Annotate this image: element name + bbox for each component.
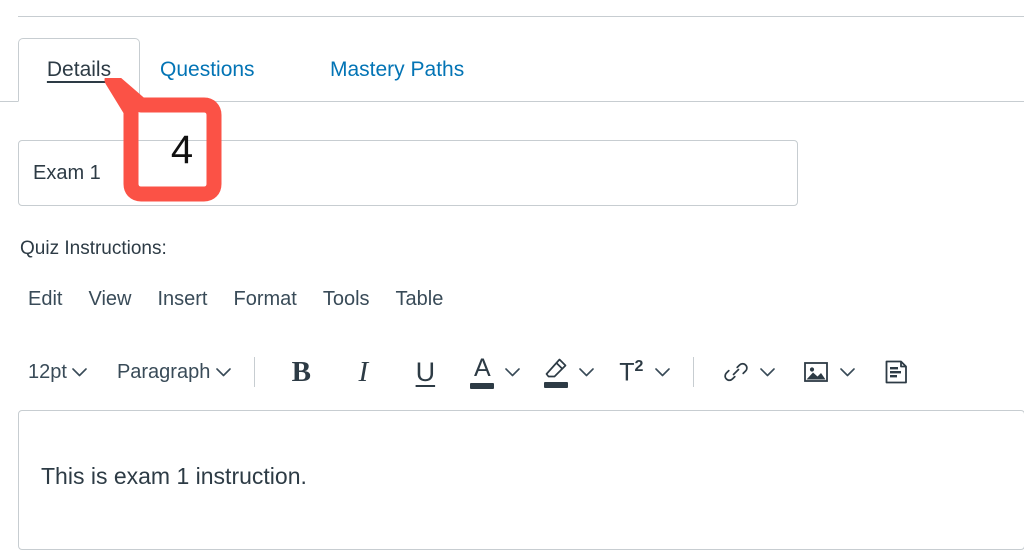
quiz-instructions-label: Quiz Instructions: [20,238,167,259]
block-format-control[interactable]: Paragraph [117,352,236,392]
underline-icon: U [415,356,436,387]
chevron-down-icon[interactable] [210,352,236,392]
top-divider [18,16,1024,17]
editor-toolbar: 12pt Paragraph B I U A T2 [28,350,1024,394]
bold-button[interactable]: B [279,352,323,392]
tab-bar-underline [0,101,1024,102]
highlighter-swatch [544,381,569,388]
highlighter-control[interactable] [539,352,599,392]
chevron-down-icon[interactable] [499,352,525,392]
chevron-down-icon[interactable] [649,352,675,392]
link-icon[interactable] [718,352,754,392]
document-icon[interactable] [878,352,914,392]
toolbar-separator [254,357,256,387]
menu-item-view[interactable]: View [88,288,131,311]
menu-item-format[interactable]: Format [234,288,297,311]
menu-item-tools[interactable]: Tools [323,288,370,311]
chevron-down-icon[interactable] [834,352,860,392]
tab-questions-label: Questions [160,58,255,81]
toolbar-separator [693,357,695,387]
chevron-down-icon[interactable] [573,352,599,392]
italic-icon: I [358,355,369,388]
editor-body-text: This is exam 1 instruction. [41,463,307,489]
tab-mastery-paths[interactable]: Mastery Paths [330,38,464,102]
link-control[interactable] [718,352,780,392]
image-control[interactable] [798,352,860,392]
tab-mastery-paths-label: Mastery Paths [330,58,465,81]
editor-content-area[interactable]: This is exam 1 instruction. [18,410,1024,550]
font-size-value: 12pt [28,360,67,383]
chevron-down-icon[interactable] [754,352,780,392]
font-size-control[interactable]: 12pt [28,352,93,392]
tab-questions[interactable]: Questions [160,38,255,102]
menu-item-edit[interactable]: Edit [28,288,62,311]
text-color-swatch [470,382,495,389]
chevron-down-icon[interactable] [67,352,93,392]
menu-item-insert[interactable]: Insert [157,288,207,311]
text-color-control[interactable]: A [465,352,525,392]
image-icon[interactable] [798,352,834,392]
highlighter-icon[interactable] [539,352,573,392]
superscript-icon[interactable]: T2 [613,352,649,392]
italic-button[interactable]: I [341,352,385,392]
bold-icon: B [291,355,312,388]
tab-details[interactable]: Details [18,38,140,102]
tab-bar: Details Questions Mastery Paths [0,38,1024,102]
block-format-value: Paragraph [116,360,211,383]
underline-button[interactable]: U [403,352,447,392]
quiz-title-input[interactable] [18,140,798,206]
text-color-icon[interactable]: A [465,352,499,392]
superscript-exponent: 2 [634,357,644,375]
superscript-base: T [619,358,635,387]
text-color-letter: A [474,353,491,382]
superscript-control[interactable]: T2 [613,352,675,392]
editor-menubar: Edit View Insert Format Tools Table [28,288,443,311]
tab-details-label: Details [46,58,112,81]
menu-item-table[interactable]: Table [396,288,444,311]
